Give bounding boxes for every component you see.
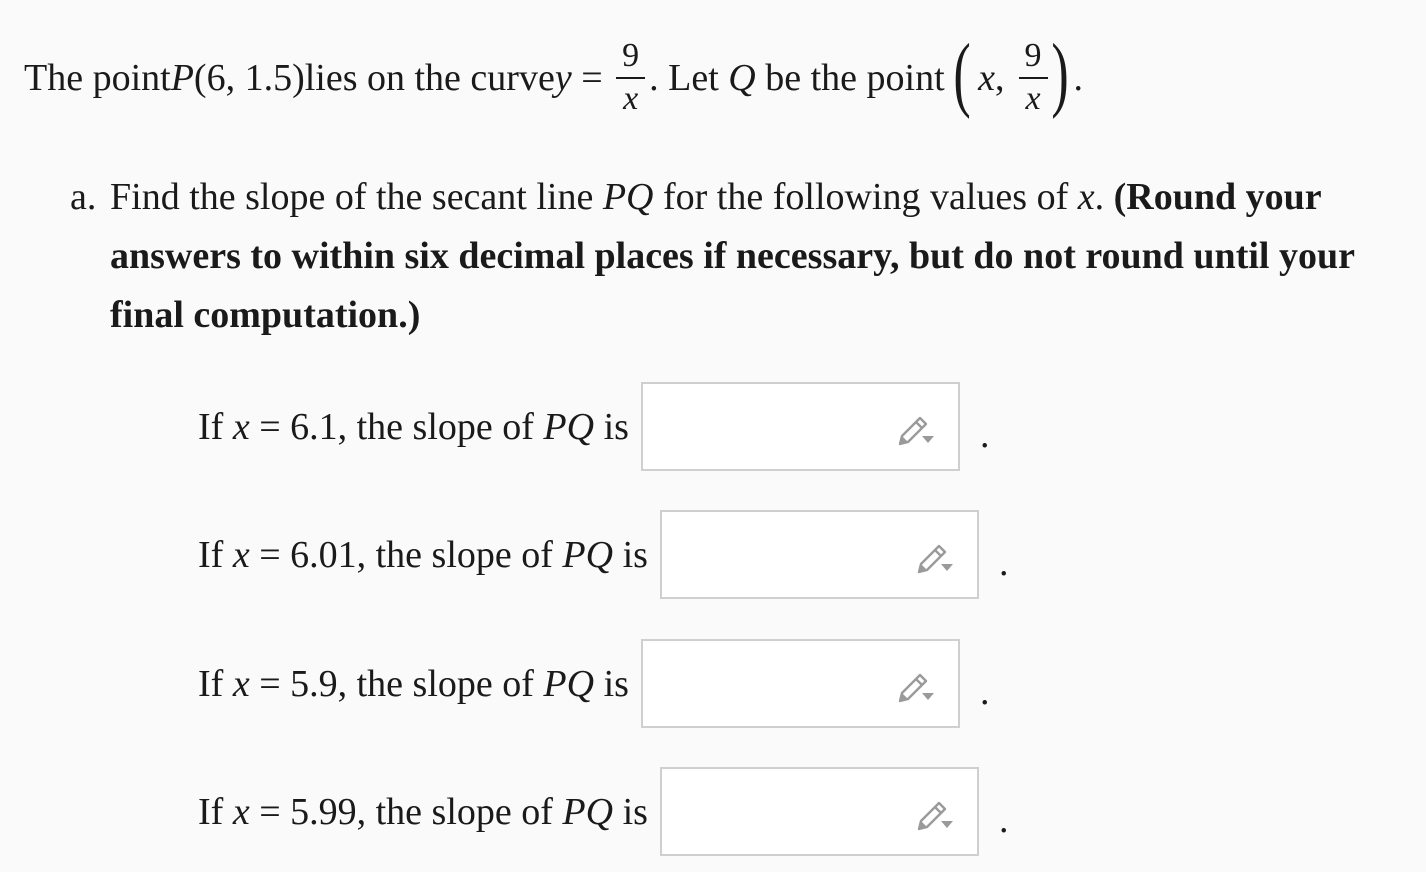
question-pq-label: PQ <box>562 790 614 833</box>
question-mid-text: , the slope of <box>356 790 563 833</box>
question-equals: = <box>249 533 291 576</box>
secant-pq-label: PQ <box>602 176 654 218</box>
question-variable: x <box>232 790 250 833</box>
point-q-label: Q <box>728 57 756 99</box>
pencil-dropdown-icon[interactable] <box>913 795 955 833</box>
question-label: If x = 6.1, the slope of PQ is <box>198 405 629 449</box>
question-equals: = <box>249 790 291 833</box>
question-suffix: is <box>613 790 648 833</box>
question-variable: x <box>232 662 250 705</box>
answer-input[interactable] <box>640 382 960 471</box>
part-a-marker: a. <box>70 176 97 218</box>
curve-y-variable: y <box>554 57 572 99</box>
equals-sign: = <box>571 57 613 99</box>
question-mid-text: , the slope of <box>337 662 544 705</box>
statement-text-4: be the point <box>755 57 955 99</box>
part-a-text-1: Find the slope of the secant line <box>110 176 603 218</box>
answer-input[interactable] <box>640 639 960 728</box>
question-label: If x = 5.9, the slope of PQ is <box>198 662 629 706</box>
question-x-value: 5.99 <box>290 790 357 833</box>
point-q-denominator: x <box>1025 80 1041 117</box>
part-a-body: Find the slope of the secant line PQ for… <box>110 168 1426 345</box>
question-x-value: 6.01 <box>290 533 357 576</box>
question-row-4: If x = 5.99, the slope of PQ is . <box>198 767 1008 856</box>
answer-input[interactable] <box>659 510 979 599</box>
question-row-1: If x = 6.1, the slope of PQ is . <box>198 382 989 471</box>
statement-text-2: lies on the curve <box>304 57 555 99</box>
question-pq-label: PQ <box>543 405 595 448</box>
question-x-value: 6.1 <box>290 405 338 448</box>
question-x-value: 5.9 <box>290 662 338 705</box>
right-paren: ) <box>1050 27 1069 120</box>
question-equals: = <box>249 405 291 448</box>
question-pq-label: PQ <box>543 662 595 705</box>
statement-end-period: . <box>1073 57 1083 99</box>
question-row-3: If x = 5.9, the slope of PQ is . <box>198 639 989 728</box>
part-a-instructions: a. Find the slope of the secant line PQ … <box>70 168 1426 345</box>
answer-period: . <box>998 798 1009 841</box>
question-suffix: is <box>594 662 629 705</box>
statement-text-1: The point <box>24 57 171 99</box>
fraction-bar <box>616 77 646 79</box>
pencil-dropdown-icon[interactable] <box>913 538 955 576</box>
part-a-x-variable: x <box>1077 176 1095 218</box>
fraction-denominator: x <box>623 80 639 117</box>
question-mid-text: , the slope of <box>356 533 563 576</box>
part-a-text-2: for the following values of <box>653 176 1078 218</box>
point-q-x: x <box>978 57 995 99</box>
question-row-2: If x = 6.01, the slope of PQ is . <box>198 510 1008 599</box>
question-mid-text: , the slope of <box>337 405 544 448</box>
question-suffix: is <box>613 533 648 576</box>
question-prefix: If <box>198 533 233 576</box>
answer-period: . <box>979 670 990 713</box>
answer-input[interactable] <box>659 767 979 856</box>
answer-period: . <box>998 541 1009 584</box>
answer-period: . <box>979 413 990 456</box>
question-suffix: is <box>594 405 629 448</box>
fraction-numerator: 9 <box>622 37 640 75</box>
question-prefix: If <box>198 790 233 833</box>
point-q-comma: , <box>995 57 1005 99</box>
part-a-text-3: . <box>1094 176 1114 218</box>
left-paren: ( <box>953 27 971 120</box>
question-pq-label: PQ <box>562 533 614 576</box>
question-prefix: If <box>198 405 233 448</box>
pencil-dropdown-icon[interactable] <box>894 410 936 448</box>
point-p-label: P <box>170 57 194 99</box>
problem-statement: The point P (6, 1.5) lies on the curve y… <box>24 28 1083 128</box>
question-variable: x <box>232 533 250 576</box>
point-q-fraction: 9 x <box>1018 37 1048 117</box>
question-label: If x = 5.99, the slope of PQ is <box>198 790 648 834</box>
question-prefix: If <box>198 662 233 705</box>
point-q-numerator: 9 <box>1024 37 1042 75</box>
point-p-coordinates: (6, 1.5) <box>193 57 305 99</box>
question-equals: = <box>249 662 291 705</box>
statement-text-3: . Let <box>649 57 729 99</box>
pencil-dropdown-icon[interactable] <box>894 667 936 705</box>
question-variable: x <box>232 405 250 448</box>
question-label: If x = 6.01, the slope of PQ is <box>198 533 648 577</box>
curve-fraction: 9 x <box>616 37 646 117</box>
point-q-fraction-bar <box>1018 77 1048 79</box>
